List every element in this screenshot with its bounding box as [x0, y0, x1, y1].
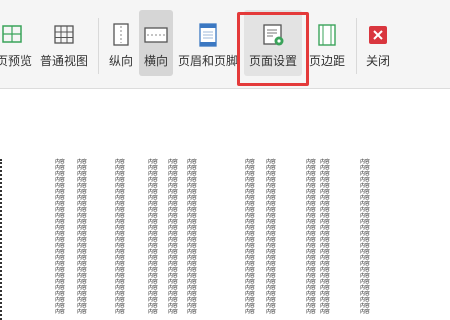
content-column: 内容 内容 内容 内容 内容 内容 内容 内容 内容 内容 内容 内容 内容 内容 内容 内容 内容 内容 内容 内容… — [77, 159, 91, 320]
toolbar-divider — [356, 18, 357, 74]
print-preview-label: 页预览 — [0, 54, 32, 68]
content-cell: 内容 — [148, 309, 158, 315]
content-cell: 内容 — [77, 309, 87, 315]
content-column: 内容 内容 内容 内容 内容 内容 内容 内容 内容 内容 内容 内容 内容 内容 内容 内容 内容 内容 内容 内容… — [168, 159, 182, 320]
content-column: 内容 内容 内容 内容 内容 内容 内容 内容 内容 内容 内容 内容 内容 内容 内容 内容 内容 内容 内容 内容… — [148, 159, 162, 320]
portrait-button[interactable]: 纵向 — [106, 10, 136, 76]
content-cell: 内容 — [187, 309, 197, 315]
content-cell: 内容 — [266, 309, 276, 315]
content-column: 内容 内容 内容 内容 内容 内容 内容 内容 内容 内容 内容 内容 内容 内容 内容 内容 内容 内容 内容 内容… — [266, 159, 280, 320]
landscape-button[interactable]: 横向 — [139, 10, 173, 76]
header-footer-button[interactable]: 页眉和页脚 — [176, 10, 240, 76]
close-icon — [365, 22, 391, 48]
toolbar-divider — [98, 18, 99, 74]
content-column: 内容 内容 内容 内容 内容 内容 内容 内容 内容 内容 内容 内容 内容 内容 内容 内容 内容 内容 内容 内容… — [115, 159, 129, 320]
content-cell: 内容 — [55, 309, 65, 315]
content-column: 内容 内容 内容 内容 内容 内容 内容 内容 内容 内容 内容 内容 内容 内容 内容 内容 内容 内容 内容 内容… — [245, 159, 259, 320]
grid-icon — [51, 22, 77, 48]
page-preview-icon — [1, 22, 27, 48]
margins-icon — [314, 22, 340, 48]
portrait-page-icon — [108, 22, 134, 48]
header-footer-label: 页眉和页脚 — [177, 54, 238, 68]
page-left-edge — [0, 159, 5, 320]
content-column: 内容 内容 内容 内容 内容 内容 内容 内容 内容 内容 内容 内容 内容 内容 内容 内容 内容 内容 内容 内容… — [187, 159, 201, 320]
content-cell: 内容 — [245, 309, 255, 315]
page-margins-button[interactable]: 页边距 — [306, 10, 348, 76]
page-setup-highlight — [237, 12, 309, 86]
print-preview-button[interactable]: 页预览 — [0, 10, 34, 76]
close-button[interactable]: 关闭 — [362, 10, 394, 76]
content-cell: 内容 — [115, 309, 125, 315]
page-margins-label: 页边距 — [308, 54, 345, 68]
close-label: 关闭 — [365, 54, 390, 68]
preview-toolbar: 页预览 普通视图 纵向 横向 页眉和页脚 页面设置 页边距 关闭 — [0, 0, 450, 89]
landscape-page-icon — [143, 22, 169, 48]
landscape-label: 横向 — [143, 54, 168, 68]
content-column: 内容 内容 内容 内容 内容 内容 内容 内容 内容 内容 内容 内容 内容 内容 内容 内容 内容 内容 内容 内容… — [55, 159, 69, 320]
normal-view-label: 普通视图 — [39, 54, 88, 68]
portrait-label: 纵向 — [108, 54, 133, 68]
print-preview-page: 内容 内容 内容 内容 内容 内容 内容 内容 内容 内容 内容 内容 内容 内容 内容 内容 内容 内容 内容 内容… — [0, 89, 450, 320]
header-footer-icon — [195, 22, 221, 48]
content-cell: 内容 — [168, 309, 178, 315]
watermark — [318, 280, 428, 314]
normal-view-button[interactable]: 普通视图 — [38, 10, 90, 76]
